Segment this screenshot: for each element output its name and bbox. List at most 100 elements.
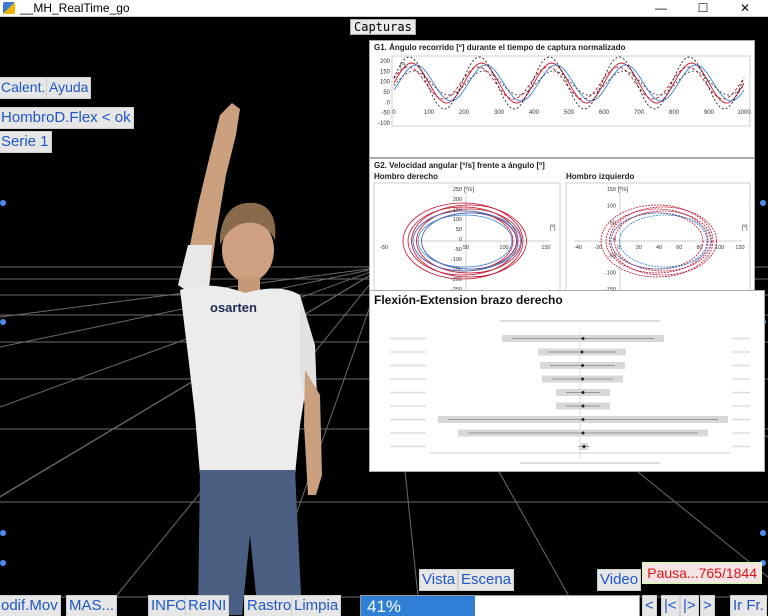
- g2-left-xtick: 100: [715, 245, 724, 251]
- g2-right-label: Hombro derecho: [374, 172, 439, 181]
- flexion-point: [581, 404, 585, 408]
- g2-left-xtick: 20: [636, 245, 642, 251]
- g1-ytick: 100: [380, 80, 391, 86]
- flexion-point: [581, 418, 585, 421]
- info-marker[interactable]: [760, 530, 766, 536]
- flexion-point: [581, 364, 584, 367]
- g2-left-xtick: 120: [735, 245, 744, 251]
- flexion-title: Flexión-Extension brazo derecho: [374, 293, 563, 307]
- maximize-button[interactable]: ☐: [680, 0, 726, 16]
- g2-right-ytick: 100: [453, 217, 462, 223]
- g1-ytick: -100: [378, 121, 391, 127]
- g1-ytick: 200: [380, 59, 391, 65]
- pause-status: Pausa...765/1844: [642, 562, 762, 584]
- g2-panel: G2. Velocidad angular [º/s] frente a áng…: [369, 158, 755, 302]
- g2-chart: 250200150100500-50-100-150-200-250-50501…: [373, 182, 751, 298]
- g1-xtick: 200: [459, 110, 470, 116]
- info-marker[interactable]: [0, 530, 6, 536]
- g1-xtick: 600: [599, 110, 610, 116]
- reini-button[interactable]: ReINI: [185, 595, 230, 616]
- prev-frame-button[interactable]: |<: [661, 595, 680, 616]
- g1-unit: [º]: [400, 62, 406, 69]
- g1-xtick: 1000: [737, 110, 751, 116]
- app-icon: [3, 2, 15, 14]
- g2-right-xtick: 150: [541, 245, 550, 251]
- progress-bar[interactable]: 41%: [360, 595, 640, 616]
- first-frame-button[interactable]: <: [642, 595, 657, 616]
- g2-left-ytick: 150: [607, 187, 616, 193]
- g2-right-xtick: -50: [380, 245, 388, 251]
- g1-panel: G1. Ángulo recorrido [º] durante el tiem…: [369, 40, 755, 158]
- serie-button[interactable]: Serie 1: [0, 131, 52, 153]
- g2-left-xtick: -40: [574, 245, 582, 251]
- flexion-point: [582, 445, 586, 448]
- g2-left-ytick: -100: [605, 270, 616, 276]
- g1-xtick: 800: [669, 110, 680, 116]
- ir-frame-button[interactable]: Ir Fr.: [730, 595, 767, 616]
- flexion-point: [580, 350, 584, 354]
- info-marker[interactable]: [0, 560, 6, 566]
- mas-button[interactable]: MAS...: [66, 595, 118, 616]
- g1-xtick: 500: [564, 110, 575, 116]
- g2-left-unit-x: [º]: [742, 224, 748, 231]
- flexion-point: [581, 377, 584, 381]
- g2-right-ytick: -50: [454, 247, 462, 253]
- g1-ytick: -50: [381, 111, 390, 117]
- g1-xtick: 400: [529, 110, 540, 116]
- window-title: __MH_RealTime_go: [20, 1, 130, 15]
- g2-left-unit-y: [º/s]: [618, 186, 629, 193]
- flexion-chart: [390, 320, 750, 464]
- info-marker[interactable]: [0, 200, 6, 206]
- g1-title: G1. Ángulo recorrido [º] durante el tiem…: [374, 43, 626, 52]
- g1-xtick: 100: [424, 110, 435, 116]
- g2-left-xtick: -20: [594, 245, 602, 251]
- flexion-point: [581, 337, 585, 340]
- g2-right-ytick: 200: [453, 197, 462, 203]
- g2-right-unit-y: [º/s]: [464, 186, 475, 193]
- capturas-label: Capturas: [350, 19, 416, 35]
- g2-left-ytick: 100: [607, 204, 616, 210]
- g2-left-xtick: 60: [676, 245, 682, 251]
- info-button[interactable]: INFO: [148, 595, 190, 616]
- 3d-scene[interactable]: osarten Calent. Ayuda HombroD.Flex < ok …: [0, 17, 768, 616]
- g2-left-label: Hombro izquierdo: [566, 172, 635, 181]
- last-frame-button[interactable]: >: [700, 595, 715, 616]
- ayuda-button[interactable]: Ayuda: [46, 77, 92, 99]
- g2-right-xtick: 50: [463, 245, 469, 251]
- minimize-button[interactable]: —: [638, 0, 684, 16]
- avatar-figure: [178, 103, 322, 615]
- g1-ytick: 0: [387, 100, 391, 106]
- vista-button[interactable]: Vista: [419, 569, 459, 591]
- g2-right-ytick: 50: [456, 227, 462, 233]
- g2-right-ytick: 250: [453, 187, 462, 193]
- g2-left-xtick: 40: [656, 245, 662, 251]
- g2-title: G2. Velocidad angular [º/s] frente a áng…: [374, 161, 545, 170]
- calent-button[interactable]: Calent.: [0, 77, 49, 99]
- flexion-point: [581, 391, 585, 394]
- g2-right-xtick: 100: [499, 245, 508, 251]
- g2-right-ytick: 0: [459, 237, 462, 243]
- g1-xtick: 300: [494, 110, 505, 116]
- g1-ytick: 50: [383, 90, 390, 96]
- exercise-button[interactable]: HombroD.Flex < ok: [0, 107, 134, 129]
- g2-right-ytick: -200: [451, 277, 462, 283]
- info-marker[interactable]: [0, 319, 6, 325]
- close-button[interactable]: ✕: [722, 0, 768, 16]
- shirt-logo: osarten: [210, 300, 257, 315]
- g2-left-xtick: 0: [617, 245, 620, 251]
- title-bar: __MH_RealTime_go — ☐ ✕: [0, 0, 768, 17]
- g1-xtick: 700: [634, 110, 645, 116]
- progress-label: 41%: [367, 597, 402, 616]
- g2-left-ytick: 50: [610, 220, 616, 226]
- video-button[interactable]: Video: [597, 569, 642, 591]
- g2-right-unit-x: [º]: [550, 224, 556, 231]
- rastro-button[interactable]: Rastro: [244, 595, 295, 616]
- modif-mov-button[interactable]: odif.Mov: [0, 595, 61, 616]
- limpia-button[interactable]: Limpia: [291, 595, 342, 616]
- g1-xtick: 900: [704, 110, 715, 116]
- next-frame-button[interactable]: |>: [680, 595, 699, 616]
- info-marker[interactable]: [760, 200, 766, 206]
- g1-ytick: 150: [380, 69, 391, 75]
- escena-button[interactable]: Escena: [458, 569, 515, 591]
- flexion-panel: Flexión-Extension brazo derecho: [369, 290, 765, 472]
